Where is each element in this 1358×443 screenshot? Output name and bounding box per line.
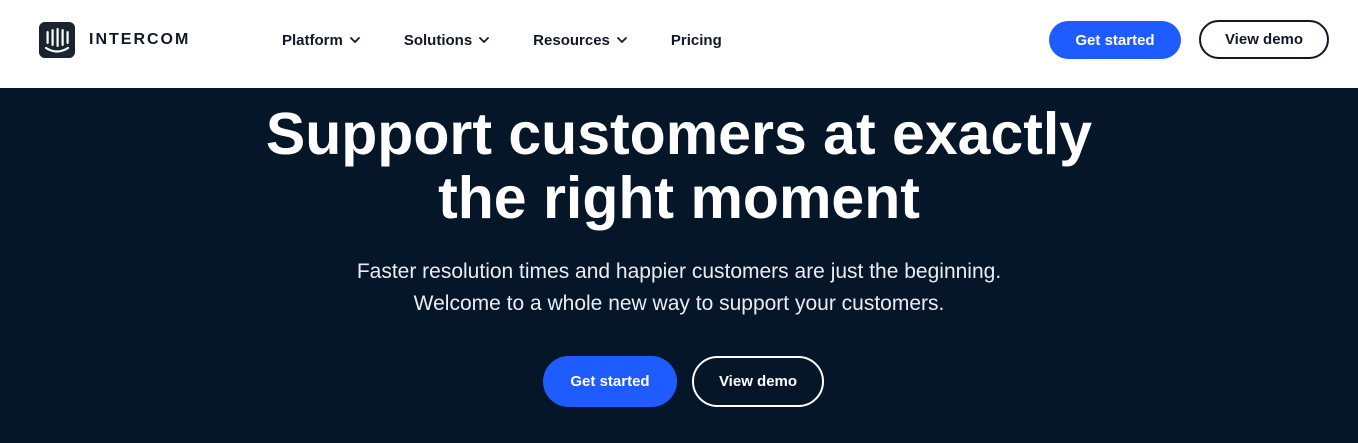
chevron-down-icon [479,37,490,43]
nav-item-label: Solutions [403,31,473,49]
site-header: INTERCOM Platform Solutions Resources Pr… [0,0,1358,88]
hero-headline-line-2: the right moment [438,165,920,231]
hero-subtext-line-2: Welcome to a whole new way to support yo… [413,292,945,315]
intercom-logo-icon [39,22,75,58]
hero-get-started-button[interactable]: Get started [543,356,677,407]
nav-item-label: Platform [282,31,343,49]
header-get-started-button[interactable]: Get started [1049,21,1181,59]
nav-item-resources[interactable]: Resources [533,32,628,49]
hero-view-demo-button[interactable]: View demo [692,356,824,407]
brand-logo[interactable]: INTERCOM [39,22,190,58]
nav-item-label: Pricing [670,31,722,49]
nav-item-solutions[interactable]: Solutions [404,32,490,49]
hero-section: Support customers at exactly the right m… [0,88,1358,443]
nav-item-platform[interactable]: Platform [282,32,361,49]
nav-item-pricing[interactable]: Pricing [671,32,722,49]
hero-headline-line-1: Support customers at exactly [265,101,1093,167]
brand-name: INTERCOM [89,31,191,48]
chevron-down-icon [349,37,360,43]
hero-subtext-line-1: Faster resolution times and happier cust… [356,260,1002,283]
header-view-demo-button[interactable]: View demo [1199,20,1329,59]
nav-item-label: Resources [533,31,610,49]
chevron-down-icon [616,37,627,43]
hero-headline: Support customers at exactly the right m… [0,102,1358,230]
hero-subtext: Faster resolution times and happier cust… [0,256,1358,320]
main-nav: Platform Solutions Resources Pricing [282,30,765,50]
